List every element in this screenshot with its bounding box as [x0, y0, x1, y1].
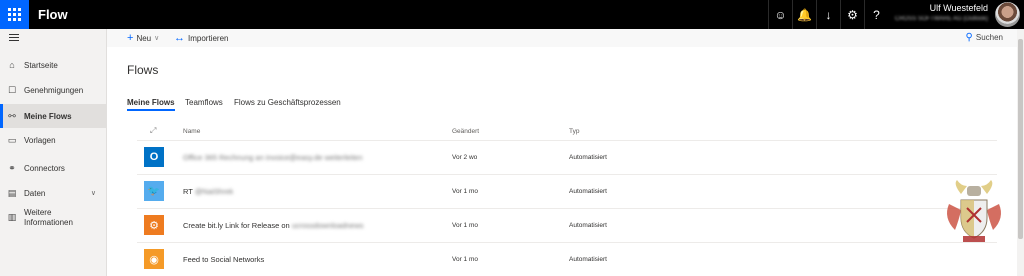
main-panel: Flows Meine Flows Teamflows Flows zu Ges…: [107, 47, 1017, 276]
tab-geschaeftsprozesse[interactable]: Flows zu Geschäftsprozessen: [234, 98, 341, 107]
table-row[interactable]: ⚙ Create bit.ly Link for Release on ucro…: [137, 210, 997, 243]
flow-name[interactable]: Feed to Social Networks: [183, 255, 264, 264]
approvals-icon: ☐: [7, 84, 17, 95]
nav-item-genehmigungen[interactable]: ☐ Genehmigungen: [0, 82, 106, 98]
nav-item-weitere-informationen[interactable]: ▥ Weitere Informationen: [0, 208, 106, 230]
user-org: CROSS SOFTWARE AG (Outlook): [894, 16, 988, 22]
header-actions: ☺ 🔔 ↓ ⚙ ?: [768, 0, 888, 29]
nav-item-label: Vorlagen: [24, 135, 56, 145]
flow-name[interactable]: RT @NaiShrek: [183, 187, 233, 196]
search-icon: ⚲: [965, 32, 973, 43]
app-launcher-button[interactable]: [0, 0, 29, 29]
flow-name[interactable]: Create bit.ly Link for Release on ucross…: [183, 221, 364, 230]
gear-icon[interactable]: ⚙: [840, 0, 864, 29]
tab-teamflows[interactable]: Teamflows: [185, 98, 223, 107]
column-header-name[interactable]: Name: [183, 128, 200, 135]
page-title: Flows: [127, 63, 159, 77]
table-row[interactable]: ◉ Feed to Social Networks Vor 1 mo Autom…: [137, 244, 997, 276]
coat-of-arms-image: [947, 180, 1001, 242]
hamburger-icon[interactable]: [9, 34, 19, 43]
home-icon: ⌂: [9, 60, 15, 70]
flow-modified: Vor 2 wo: [452, 154, 478, 161]
flow-type: Automatisiert: [569, 188, 607, 195]
nav-item-label: Meine Flows: [24, 111, 72, 121]
nav-item-meine-flows[interactable]: ⚯ Meine Flows: [0, 104, 106, 128]
flow-type: Automatisiert: [569, 256, 607, 263]
flow-name[interactable]: Office 365 Rechnung an invoice@easy.de w…: [183, 153, 363, 162]
plus-icon: +: [127, 32, 134, 44]
book-icon: ▥: [7, 212, 17, 222]
nav-item-vorlagen[interactable]: ▭ Vorlagen: [0, 132, 106, 148]
nav-item-label: Connectors: [24, 163, 65, 173]
nav-item-connectors[interactable]: ⚭ Connectors: [0, 160, 106, 176]
bell-icon[interactable]: 🔔: [792, 0, 816, 29]
import-button[interactable]: ↔ Importieren: [174, 32, 228, 44]
table-row[interactable]: 🐦 RT @NaiShrek Vor 1 mo Automatisiert: [137, 176, 997, 209]
tab-meine-flows[interactable]: Meine Flows: [127, 98, 175, 111]
connectors-icon: ⚭: [8, 162, 16, 173]
search-box[interactable]: ⚲ Suchen: [966, 32, 1003, 43]
flow-type: Automatisiert: [569, 222, 607, 229]
search-placeholder: Suchen: [975, 33, 1003, 42]
avatar[interactable]: [995, 2, 1020, 27]
templates-icon: ▭: [7, 134, 17, 145]
command-bar: + Neu ∨ ↔ Importieren ⚲ Suchen: [107, 29, 1017, 47]
new-button[interactable]: + Neu ∨: [127, 32, 159, 44]
user-name: Ulf Wuestefeld: [929, 3, 988, 13]
data-icon: ▤: [7, 187, 17, 198]
bitly-icon: ⚙: [144, 215, 164, 235]
flow-modified: Vor 1 mo: [452, 256, 479, 263]
chevron-down-icon[interactable]: ∨: [91, 189, 96, 197]
smiley-icon[interactable]: ☺: [768, 0, 792, 29]
scrollbar[interactable]: [1017, 29, 1024, 276]
import-icon: ↔: [174, 32, 185, 44]
top-bar: Flow ☺ 🔔 ↓ ⚙ ? Ulf Wuestefeld CROSS SOFT…: [0, 0, 1024, 29]
nav-item-label: Daten: [24, 188, 46, 198]
import-label: Importieren: [188, 33, 229, 43]
left-navigation: ⌂ Startseite ☐ Genehmigungen ⚯ Meine Flo…: [0, 29, 107, 276]
nav-item-label: Genehmigungen: [24, 85, 84, 95]
user-info[interactable]: Ulf Wuestefeld CROSS SOFTWARE AG (Outloo…: [895, 3, 988, 24]
waffle-icon: [8, 8, 21, 21]
flows-icon: ⚯: [8, 110, 16, 121]
column-header-modified[interactable]: Geändert: [452, 128, 479, 135]
app-title[interactable]: Flow: [38, 7, 68, 22]
outlook-icon: O: [144, 147, 164, 167]
nav-item-label: Startseite: [24, 60, 58, 70]
nav-item-label: Weitere Informationen: [24, 208, 73, 227]
nav-item-daten[interactable]: ▤ Daten ∨: [0, 185, 106, 201]
column-header-type[interactable]: Typ: [569, 128, 579, 135]
flow-modified: Vor 1 mo: [452, 188, 479, 195]
scrollbar-thumb[interactable]: [1018, 39, 1023, 239]
rss-icon: ◉: [144, 249, 164, 269]
help-icon[interactable]: ?: [864, 0, 888, 29]
new-label: Neu: [136, 33, 152, 43]
chevron-down-icon: ∨: [154, 35, 160, 42]
twitter-icon: 🐦: [144, 181, 164, 201]
nav-item-startseite[interactable]: ⌂ Startseite: [0, 57, 106, 73]
download-icon[interactable]: ↓: [816, 0, 840, 29]
expand-icon[interactable]: ⤢: [150, 126, 156, 136]
flow-type: Automatisiert: [569, 154, 607, 161]
table-row[interactable]: O Office 365 Rechnung an invoice@easy.de…: [137, 142, 997, 175]
flow-modified: Vor 1 mo: [452, 222, 479, 229]
